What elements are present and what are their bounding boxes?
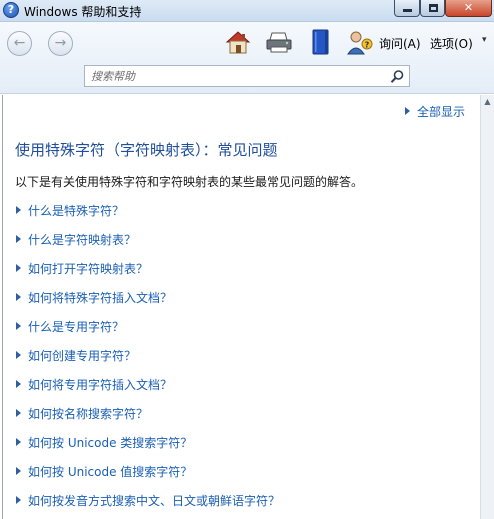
home-icon[interactable] [224, 28, 252, 56]
maximize-icon [429, 4, 438, 12]
search-box [84, 65, 410, 87]
help-book-icon[interactable] [307, 28, 335, 56]
vertical-scrollbar[interactable]: ▲ [480, 95, 494, 519]
forward-arrow-icon: → [54, 35, 67, 51]
expand-triangle-icon [405, 107, 410, 115]
toolbar: ← → ? 询问(A) 选项(O) ▾ [0, 22, 494, 94]
faq-link[interactable]: 如何按 Unicode 类搜索字符？ [16, 434, 192, 451]
forward-button[interactable]: → [48, 31, 73, 56]
expand-triangle-icon [16, 264, 21, 272]
title-bar: ? Windows 帮助和支持 ✕ [0, 0, 494, 22]
search-input[interactable] [85, 66, 385, 86]
faq-link-label: 如何将特殊字符插入文档？ [28, 291, 173, 305]
expand-triangle-icon [16, 496, 21, 504]
window-title: Windows 帮助和支持 [24, 5, 142, 19]
faq-link-label: 如何按发音方式搜索中文、日文或朝鲜语字符？ [28, 494, 281, 508]
scroll-up-icon[interactable]: ▲ [482, 97, 493, 109]
faq-link-label: 什么是字符映射表？ [28, 233, 137, 247]
faq-link-label: 如何将专用字符插入文档？ [28, 378, 173, 392]
expand-triangle-icon [16, 322, 21, 330]
faq-link[interactable]: 如何创建专用字符？ [16, 347, 136, 364]
faq-link-label: 如何创建专用字符？ [28, 349, 137, 363]
close-button[interactable]: ✕ [445, 0, 492, 17]
expand-triangle-icon [16, 438, 21, 446]
expand-triangle-icon [16, 206, 21, 214]
options-menu[interactable]: 选项(O) [430, 35, 473, 52]
ask-person-icon[interactable]: ? [346, 28, 374, 56]
faq-link[interactable]: 什么是专用字符？ [16, 318, 124, 335]
page-title: 使用特殊字符（字符映射表）：常见问题 [15, 141, 278, 159]
chevron-down-icon[interactable]: ▾ [482, 35, 487, 45]
faq-link[interactable]: 如何将特殊字符插入文档？ [16, 289, 172, 306]
help-icon: ? [3, 2, 19, 18]
intro-text: 以下是有关使用特殊字符和字符映射表的某些最常见问题的解答。 [15, 175, 364, 189]
faq-link[interactable]: 如何打开字符映射表？ [16, 260, 148, 277]
minimize-button[interactable] [394, 0, 420, 17]
faq-link-label: 如何按 Unicode 值搜索字符？ [28, 465, 193, 479]
back-button[interactable]: ← [7, 31, 32, 56]
expand-triangle-icon [16, 409, 21, 417]
show-all-link[interactable]: 全部显示 [405, 103, 465, 120]
minimize-icon [403, 9, 412, 12]
faq-link[interactable]: 什么是特殊字符？ [16, 202, 124, 219]
search-icon[interactable] [390, 69, 405, 84]
expand-triangle-icon [16, 467, 21, 475]
faq-link[interactable]: 什么是字符映射表？ [16, 231, 136, 248]
faq-link[interactable]: 如何按 Unicode 值搜索字符？ [16, 463, 192, 480]
faq-link-label: 如何按名称搜索字符？ [28, 407, 149, 421]
faq-link[interactable]: 如何按名称搜索字符？ [16, 405, 148, 422]
close-icon: ✕ [463, 1, 474, 14]
back-arrow-icon: ← [13, 35, 26, 51]
faq-link[interactable]: 如何将专用字符插入文档？ [16, 376, 172, 393]
expand-triangle-icon [16, 351, 21, 359]
show-all-label: 全部显示 [417, 105, 466, 119]
help-content: 全部显示 使用特殊字符（字符映射表）：常见问题 以下是有关使用特殊字符和字符映射… [2, 95, 480, 519]
faq-link-label: 什么是特殊字符？ [28, 204, 125, 218]
ask-menu[interactable]: 询问(A) [379, 35, 421, 52]
svg-text:?: ? [365, 41, 370, 50]
faq-link-label: 什么是专用字符？ [28, 320, 125, 334]
printer-icon[interactable] [265, 28, 293, 56]
expand-triangle-icon [16, 235, 21, 243]
expand-triangle-icon [16, 380, 21, 388]
faq-link[interactable]: 如何按发音方式搜索中文、日文或朝鲜语字符？ [16, 492, 280, 509]
faq-link-label: 如何按 Unicode 类搜索字符？ [28, 436, 193, 450]
faq-link-label: 如何打开字符映射表？ [28, 262, 149, 276]
maximize-button[interactable] [420, 0, 445, 17]
expand-triangle-icon [16, 293, 21, 301]
